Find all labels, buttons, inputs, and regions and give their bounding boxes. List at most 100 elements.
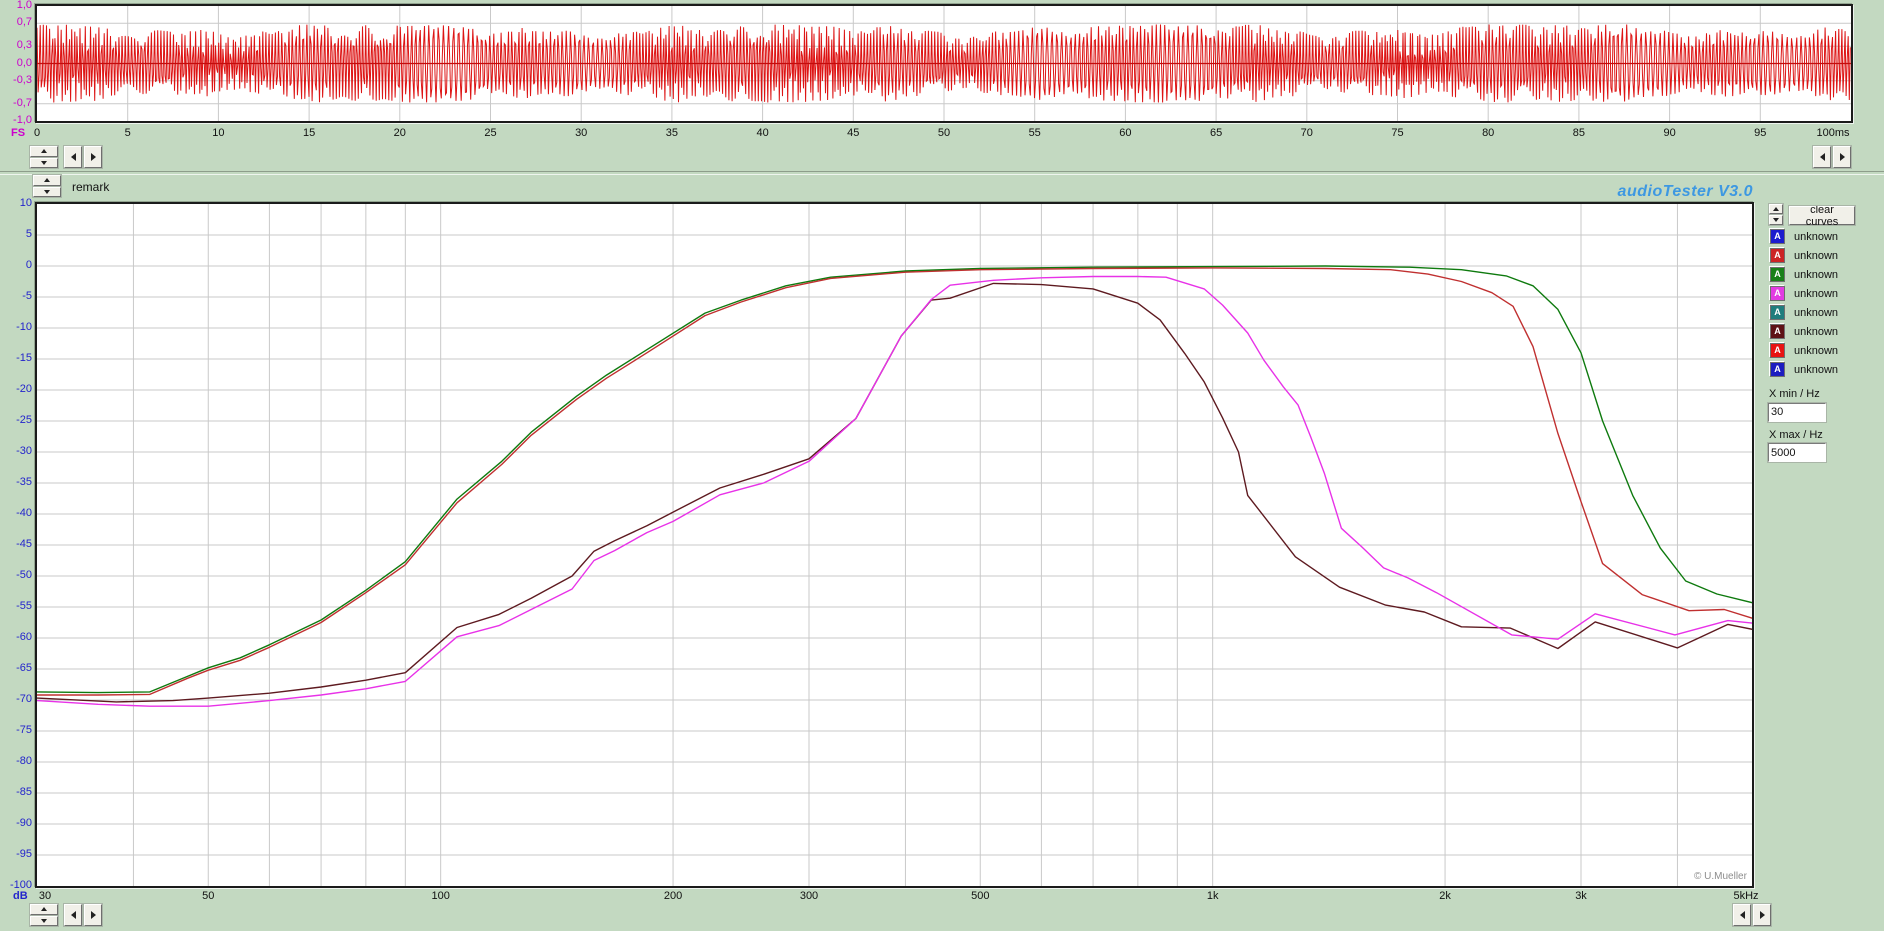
curve-color-icon: A <box>1770 248 1785 263</box>
chart-db-tick-label: -15 <box>16 352 32 364</box>
waveform-time-tick-label: 100ms <box>1816 127 1850 139</box>
chart-frequency-tick-label: 5kHz <box>1733 890 1759 902</box>
chart-db-tick-label: -30 <box>16 445 32 457</box>
chart-db-tick-label: -60 <box>16 631 32 643</box>
curve-color-icon: A <box>1770 229 1785 244</box>
chart-db-tick-label: -55 <box>16 600 32 612</box>
waveform-y-zoom-spinner-up[interactable] <box>29 145 59 158</box>
arrow-down-icon <box>44 189 50 194</box>
waveform-y-tick-label: -1,0 <box>13 114 32 126</box>
chart-db-tick-label: -5 <box>22 290 32 302</box>
chart-frequency-tick-label: 1k <box>1206 890 1219 902</box>
waveform-time-tick-label: 40 <box>756 127 769 139</box>
chart-scroll-right-button-2[interactable] <box>1752 903 1772 927</box>
chart-db-tick-label: 0 <box>25 259 32 271</box>
chart-db-tick-label: -100 <box>9 879 32 891</box>
waveform-scroll-left-button[interactable] <box>63 145 83 169</box>
waveform-time-tick-label: 65 <box>1209 127 1223 139</box>
app-title: audioTester V3.0 <box>1617 183 1753 200</box>
curve-unknown-red <box>37 267 1752 696</box>
x-min-input[interactable] <box>1767 401 1827 423</box>
legend-spinner-down[interactable] <box>1768 214 1784 226</box>
remark-spinner-down[interactable] <box>32 185 62 198</box>
legend-spinner <box>1768 203 1784 226</box>
chart-db-tick-label: -45 <box>16 538 32 550</box>
chart-scroll-left-button[interactable] <box>63 903 83 927</box>
clear-curves-button[interactable]: clear curves <box>1788 204 1856 228</box>
chart-frequency-tick-label: 300 <box>799 890 819 902</box>
legend-item-label: unknown <box>1794 325 1839 338</box>
arrow-up-icon <box>41 907 47 912</box>
arrow-up-icon <box>41 149 47 154</box>
chart-db-tick-label: -25 <box>16 414 32 426</box>
waveform-y-zoom-spinner-down[interactable] <box>29 156 59 169</box>
waveform-y-tick-label: 0,7 <box>16 16 32 29</box>
frequency-response-plot <box>35 202 1754 888</box>
chart-db-tick-label: 10 <box>19 197 32 209</box>
chart-scroll-left-button-2[interactable] <box>1732 903 1752 927</box>
curve-unknown-magenta <box>37 275 1752 707</box>
curve-unknown-green <box>37 265 1752 694</box>
arrow-left-icon <box>70 153 76 161</box>
remark-spinner <box>32 174 62 198</box>
legend-item-5[interactable]: Aunknown <box>1768 303 1880 322</box>
waveform-time-tick-label: 20 <box>393 127 406 139</box>
waveform-time-tick-label: 30 <box>575 127 588 139</box>
chart-y-zoom-spinner-up[interactable] <box>29 903 59 916</box>
chart-db-tick-label: -70 <box>16 693 32 705</box>
legend-spinner-up[interactable] <box>1768 203 1784 215</box>
legend-item-4[interactable]: Aunknown <box>1768 284 1880 303</box>
curve-color-icon: A <box>1770 324 1785 339</box>
waveform-trace-svg <box>37 6 1851 121</box>
chart-frequency-tick-label: 30 <box>38 890 52 902</box>
legend-item-label: unknown <box>1794 268 1839 281</box>
arrow-left-icon <box>1819 153 1825 161</box>
arrow-down-icon <box>1773 218 1779 222</box>
legend-item-6[interactable]: Aunknown <box>1768 322 1880 341</box>
legend-panel: clear curves Aunknown Aunknown Aunknown Aun… <box>1767 203 1880 463</box>
chart-frequency-tick-label: 50 <box>202 890 215 902</box>
waveform-time-tick-label: 25 <box>484 127 497 139</box>
remark-spinner-up[interactable] <box>32 174 62 187</box>
waveform-y-tick-label: 0,3 <box>16 39 32 52</box>
curve-color-icon: A <box>1770 362 1785 377</box>
waveform-scroll-left-button-2[interactable] <box>1812 145 1832 169</box>
chart-frequency-tick-label: 500 <box>971 890 990 902</box>
waveform-time-tick-label: 15 <box>302 127 316 139</box>
waveform-time-tick-label: 90 <box>1663 127 1676 139</box>
curve-color-icon: A <box>1770 305 1785 320</box>
legend-item-1[interactable]: Aunknown <box>1768 227 1880 246</box>
legend-item-3[interactable]: Aunknown <box>1768 265 1880 284</box>
legend-item-label: unknown <box>1794 306 1839 319</box>
legend-item-2[interactable]: Aunknown <box>1768 246 1880 265</box>
arrow-right-icon <box>1759 911 1765 919</box>
waveform-y-tick-label: 1,0 <box>16 0 32 11</box>
waveform-time-tick-label: 95 <box>1754 127 1767 139</box>
arrow-left-icon <box>1739 911 1745 919</box>
legend-item-7[interactable]: Aunknown <box>1768 341 1880 360</box>
waveform-time-tick-label: 5 <box>124 127 131 139</box>
arrow-down-icon <box>41 918 47 923</box>
chart-db-tick-label: -20 <box>16 383 32 395</box>
chart-db-tick-label: 5 <box>25 228 32 240</box>
chart-db-tick-label: -65 <box>16 662 32 674</box>
waveform-time-tick-label: 80 <box>1482 127 1495 139</box>
chart-frequency-tick-label: 2k <box>1439 890 1451 902</box>
legend-header: clear curves <box>1768 203 1880 228</box>
legend-item-label: unknown <box>1794 287 1839 300</box>
legend-item-label: unknown <box>1794 363 1839 376</box>
waveform-scroll-right-button[interactable] <box>83 145 103 169</box>
waveform-plot <box>35 4 1853 123</box>
waveform-scroll-right-button-2[interactable] <box>1832 145 1852 169</box>
waveform-y-zoom-spinner <box>29 145 59 169</box>
legend-item-label: unknown <box>1794 344 1839 357</box>
chart-scroll-right-button[interactable] <box>83 903 103 927</box>
chart-y-zoom-spinner <box>29 903 59 927</box>
waveform-time-tick-label: 10 <box>212 127 225 139</box>
arrow-right-icon <box>90 911 96 919</box>
arrow-up-icon <box>1773 207 1779 211</box>
chart-frequency-tick-label: 200 <box>663 890 683 902</box>
legend-item-8[interactable]: Aunknown <box>1768 360 1880 379</box>
x-max-input[interactable] <box>1767 442 1827 463</box>
chart-y-zoom-spinner-down[interactable] <box>29 914 59 927</box>
